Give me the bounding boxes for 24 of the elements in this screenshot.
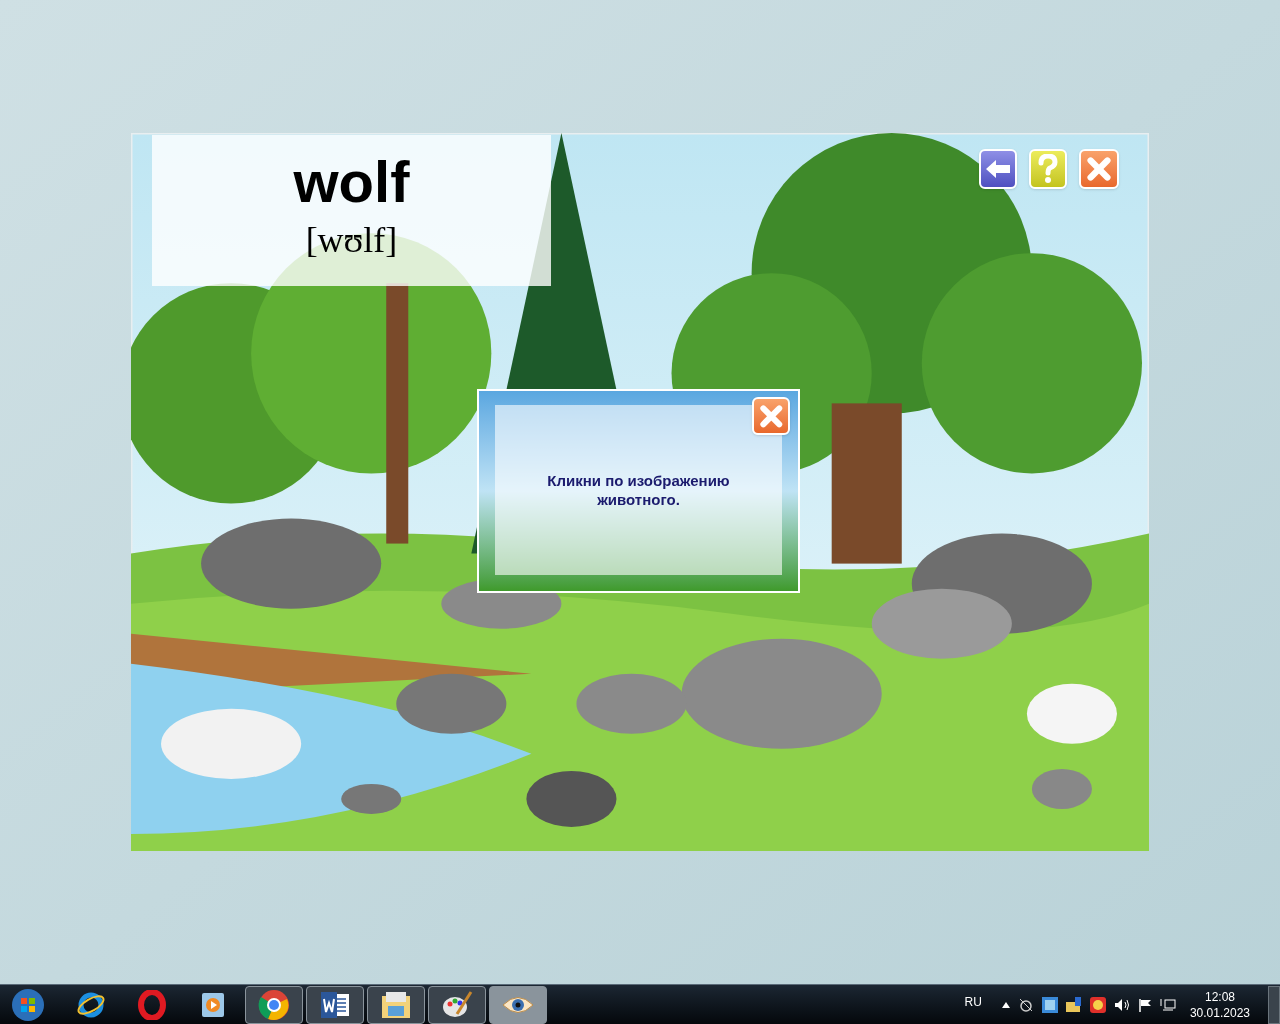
- speaker-icon[interactable]: [1113, 997, 1130, 1012]
- language-indicator[interactable]: RU: [964, 992, 982, 1011]
- arrow-left-icon: [984, 158, 1012, 180]
- document-w-icon[interactable]: [306, 985, 364, 1024]
- start-icon[interactable]: [10, 986, 46, 1023]
- question-mark-icon: [1037, 154, 1059, 184]
- dialog-message: Кликни по изображению животного.: [546, 471, 731, 509]
- back-button[interactable]: [979, 149, 1017, 189]
- app-tile-icon[interactable]: [1041, 996, 1058, 1013]
- palette-icon[interactable]: [428, 985, 486, 1024]
- transcription-text: [wʊlf]: [305, 221, 398, 259]
- x-icon: [757, 402, 785, 430]
- network-icon[interactable]: [1159, 997, 1176, 1012]
- clock-time[interactable]: 12:08: [1204, 988, 1235, 1005]
- flag-icon[interactable]: [1137, 997, 1152, 1012]
- close-button[interactable]: [1079, 149, 1119, 189]
- word-text: wolf: [293, 153, 410, 211]
- eye-icon[interactable]: [489, 985, 547, 1024]
- caret-up-icon[interactable]: [1001, 1001, 1010, 1008]
- folder-icon[interactable]: [367, 985, 425, 1024]
- clock-date[interactable]: 30.01.2023: [1189, 1004, 1250, 1021]
- dialog-close-button[interactable]: [752, 397, 790, 435]
- x-icon: [1085, 155, 1113, 183]
- show-desktop-button[interactable]: [1268, 985, 1280, 1024]
